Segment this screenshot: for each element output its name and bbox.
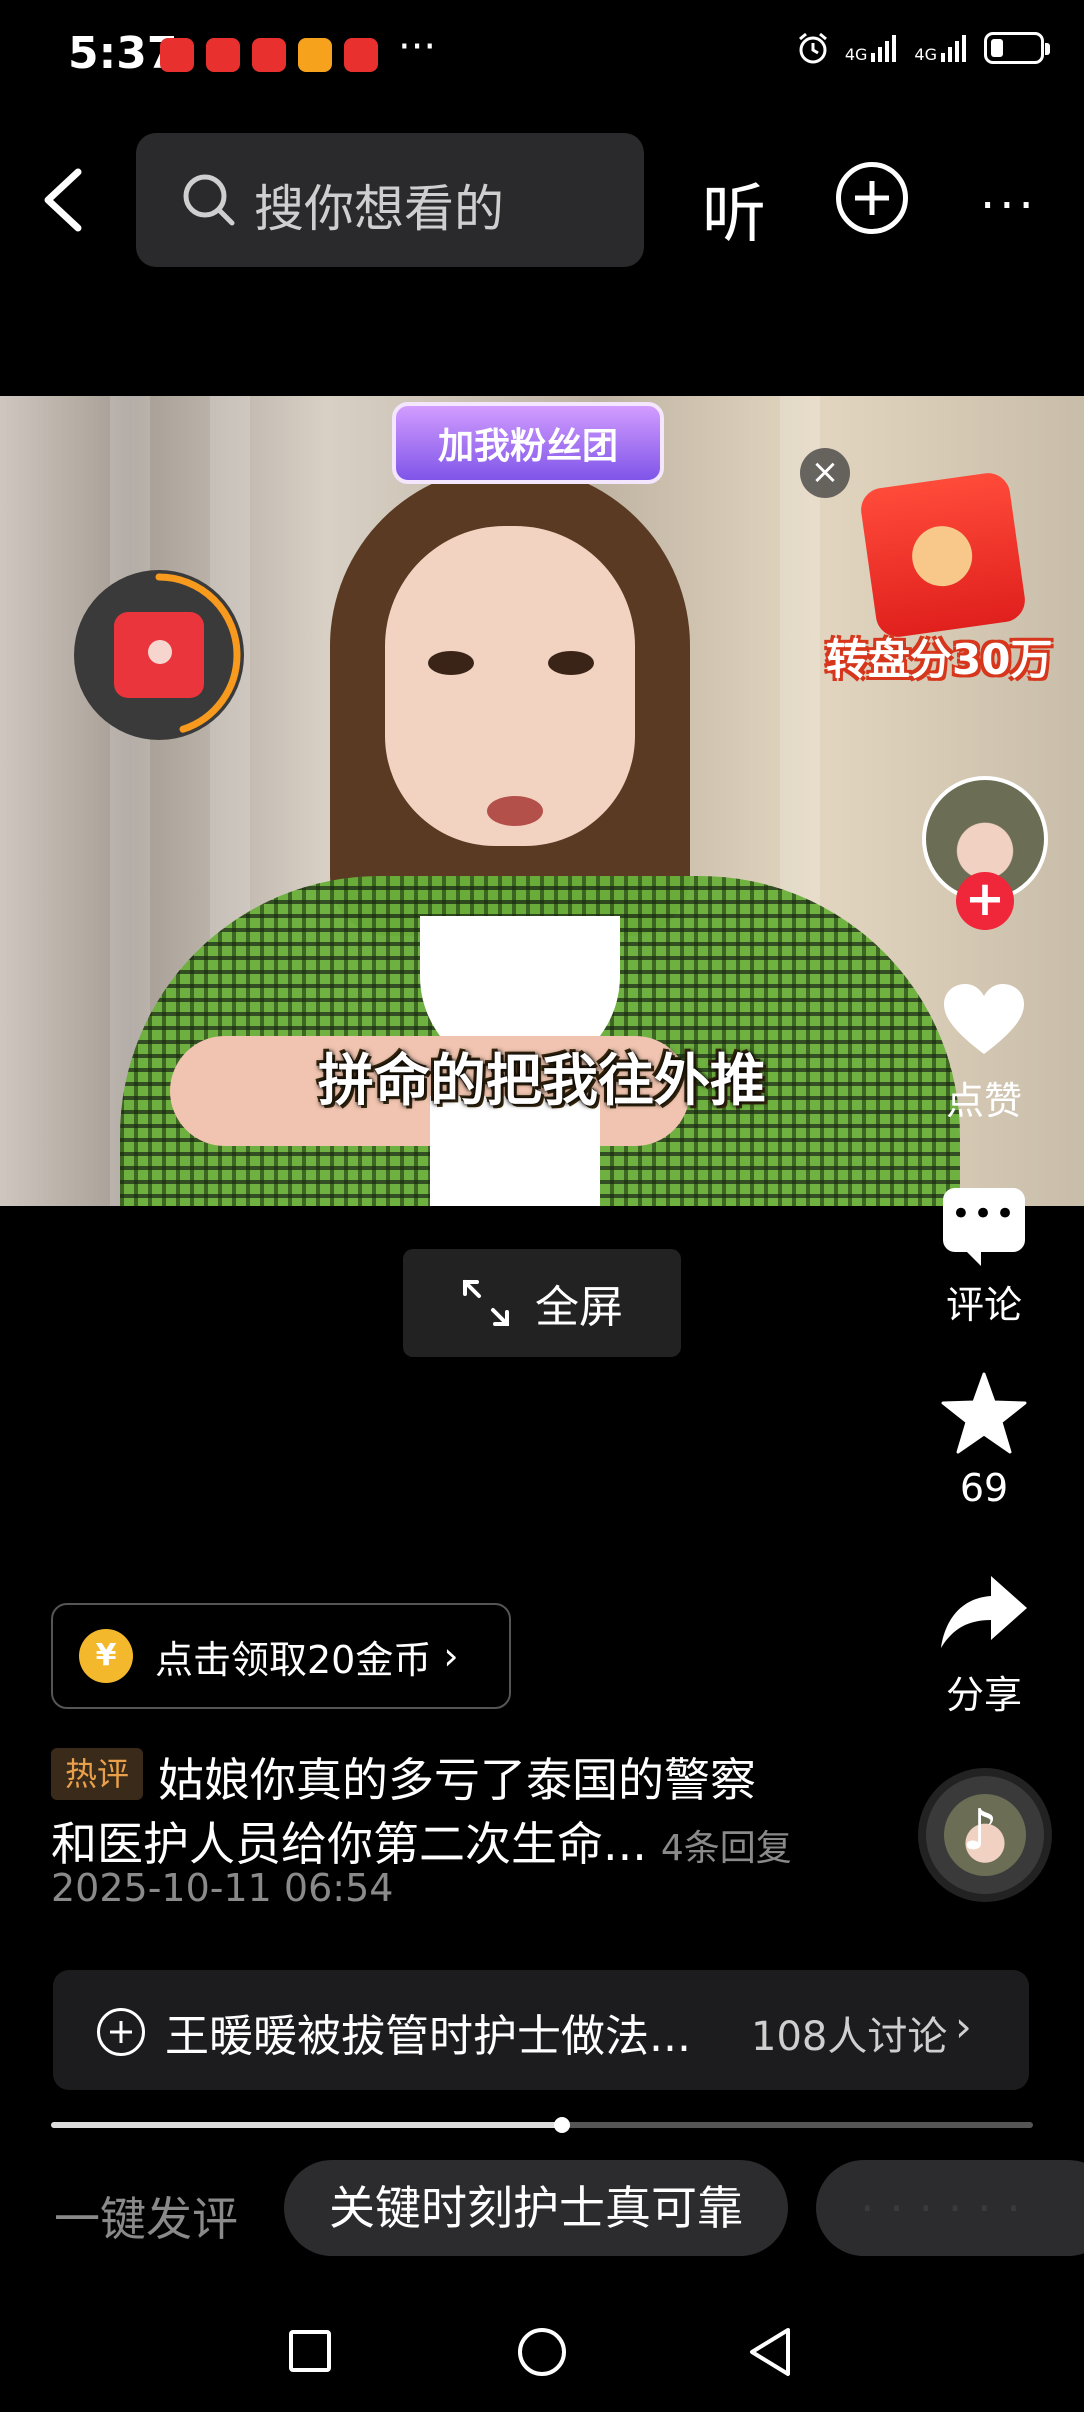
envelope-seal (148, 640, 172, 664)
system-back-button[interactable] (746, 2326, 794, 2382)
comment-dots: ••• (950, 1194, 1018, 1234)
follow-button[interactable]: + (956, 872, 1014, 930)
notification-app-icon (160, 38, 194, 72)
hot-comment-tag: 热评 (51, 1748, 144, 1800)
alarm-icon (798, 32, 827, 64)
signal-4g-1: 4G (845, 33, 901, 63)
network-type-label: 4G (844, 45, 868, 64)
expand-icon (463, 1280, 509, 1326)
music-disc[interactable]: ♪ (918, 1768, 1052, 1902)
video-progress-bar[interactable] (51, 2117, 1033, 2133)
battery-level (991, 39, 1003, 57)
notification-app-icon (344, 38, 378, 72)
comment-label: 评论 (945, 1283, 1022, 1327)
claim-coins-button[interactable]: ¥ 点击领取20金币 › (51, 1603, 511, 1709)
notification-app-icon (252, 38, 286, 72)
chevron-right-icon: › (443, 1634, 459, 1678)
status-more-indicator: ··· (398, 24, 437, 70)
progress-knob[interactable] (553, 2117, 570, 2133)
promo-coin (908, 522, 977, 591)
listen-button[interactable]: 听 (702, 163, 766, 255)
music-note-icon: ♪ (962, 1798, 998, 1863)
like-label: 点赞 (945, 1079, 1022, 1123)
share-label: 分享 (945, 1673, 1022, 1717)
hot-comment-date: 2025-10-11 06:54 (51, 1866, 394, 1910)
comment-button[interactable]: ••• 评论 (924, 1188, 1044, 1329)
comment-icon: ••• (943, 1188, 1025, 1266)
favorite-button[interactable]: 69 (924, 1372, 1044, 1510)
more-options-button[interactable]: ··· (980, 178, 1038, 234)
hot-comment-text[interactable]: 姑娘你真的多亏了泰国的警察 (158, 1744, 756, 1810)
person-eye (428, 651, 474, 675)
lucky-wheel-red-packet-icon[interactable] (858, 470, 1028, 640)
chevron-right-icon: › (955, 2002, 972, 2051)
triangle-back-icon (750, 2328, 790, 2376)
favorite-count: 69 (959, 1466, 1009, 1510)
create-plus-button[interactable] (836, 162, 908, 234)
red-envelope-icon (114, 612, 204, 698)
quick-comment-chip[interactable]: · · · · · · (816, 2160, 1084, 2256)
chevron-left-icon (44, 168, 82, 232)
person-mouth (487, 796, 543, 826)
progress-fill (51, 2122, 562, 2128)
promo-label[interactable]: 转盘分30万 (826, 626, 1052, 687)
network-type-label: 4G (914, 45, 937, 64)
quick-comment-label: 一键发评 (54, 2192, 238, 2246)
fullscreen-label: 全屏 (535, 1282, 623, 1333)
signal-icon (871, 35, 897, 62)
hot-comment-text-continued[interactable]: 和医护人员给你第二次生命... 4条回复 (51, 1808, 792, 1874)
notification-app-icon (298, 38, 332, 72)
quick-comment-chip[interactable]: 关键时刻护士真可靠 (284, 2160, 788, 2256)
recent-apps-button[interactable] (289, 2330, 331, 2372)
video-subtitle: 拼命的把我往外推 (318, 1049, 766, 1114)
star-icon (941, 1372, 1027, 1454)
like-button[interactable]: 点赞 (924, 982, 1044, 1125)
search-placeholder: 搜你想看的 (254, 180, 504, 238)
claim-coins-label: 点击领取20金币 (155, 1637, 432, 1682)
hot-comment-line2: 和医护人员给你第二次生命... (51, 1817, 647, 1871)
signal-icon (941, 35, 966, 62)
add-topic-icon (97, 2008, 145, 2056)
red-packet-timer[interactable] (74, 570, 244, 740)
battery-icon (984, 32, 1050, 64)
topic-title: 王暖暖被拔管时护士做法... (165, 2011, 691, 2062)
coin-icon: ¥ (79, 1629, 133, 1683)
topic-discussion-count: 108人讨论 (751, 2014, 948, 2060)
promo-close-button[interactable]: × (800, 448, 850, 498)
back-button[interactable] (34, 160, 94, 240)
person-eye (548, 651, 594, 675)
share-arrow-icon (941, 1576, 1027, 1648)
search-bar[interactable]: 搜你想看的 (136, 133, 644, 267)
home-button[interactable] (518, 2328, 566, 2376)
hot-comment-replies[interactable]: 4条回复 (661, 1828, 792, 1869)
join-fan-club-badge[interactable]: 加我粉丝团 (392, 402, 664, 484)
signal-4g-2: 4G (914, 33, 970, 63)
related-topic-bar[interactable]: 王暖暖被拔管时护士做法... 108人讨论 › (53, 1970, 1029, 2090)
share-button[interactable]: 分享 (924, 1572, 1044, 1719)
notification-app-icons (160, 38, 378, 72)
notification-app-icon (206, 38, 240, 72)
search-icon (183, 174, 235, 226)
status-indicators: 4G 4G (795, 30, 1050, 66)
battery-cap (1045, 43, 1050, 55)
fullscreen-button[interactable]: 全屏 (403, 1249, 681, 1357)
heart-icon (944, 984, 1024, 1054)
